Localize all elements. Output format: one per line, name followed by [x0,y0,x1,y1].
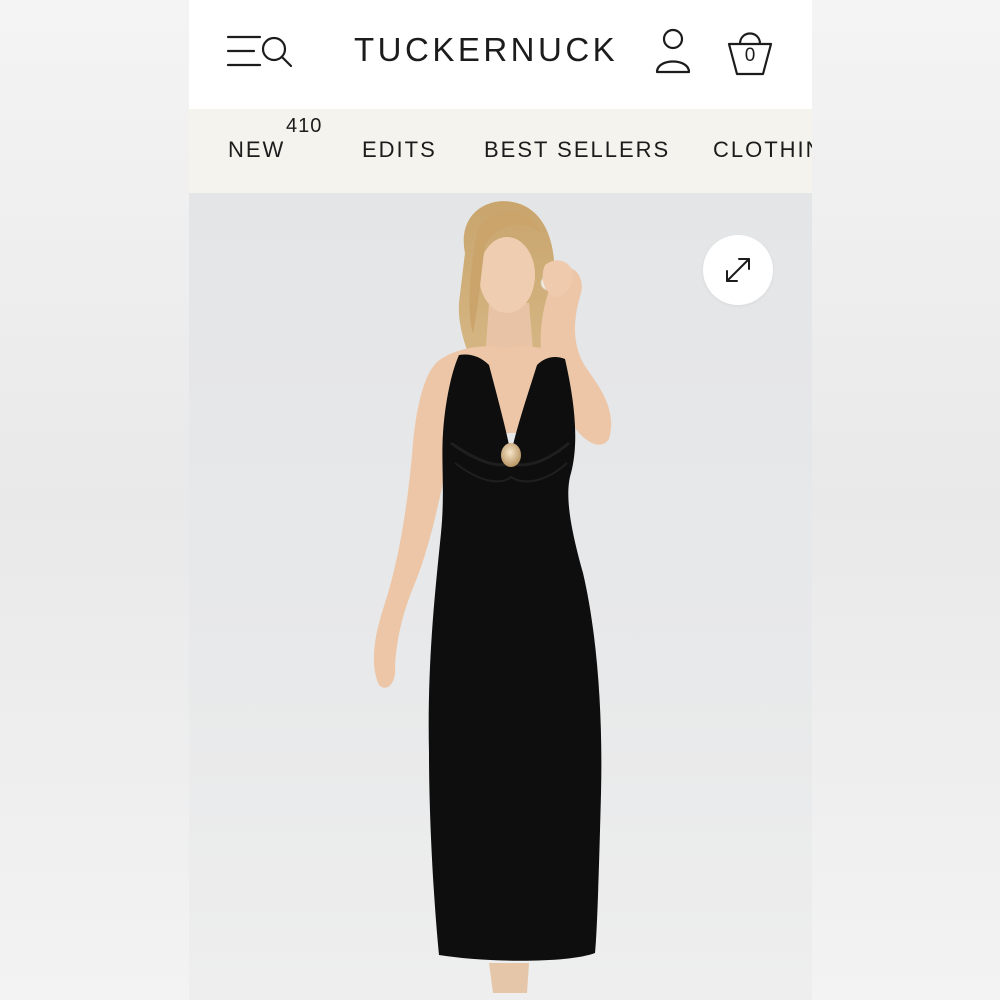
nav-item-edits[interactable]: EDITS [362,138,437,162]
menu-search-icon [226,35,293,68]
site-header: TUCKERNUCK 0 [189,0,812,109]
model-photo [373,201,612,993]
shopping-bag-button[interactable]: 0 [725,26,775,78]
menu-search-button[interactable] [225,30,293,72]
expand-arrows-icon [726,258,750,282]
mobile-page: TUCKERNUCK 0 NEW 410 EDITS BEST SELLERS [189,0,812,1000]
account-button[interactable] [654,26,692,76]
nav-item-new[interactable]: NEW [228,138,285,162]
bag-count: 0 [744,45,756,66]
nav-item-clothing[interactable]: CLOTHING [713,138,812,162]
new-count-badge: 410 [286,115,323,137]
nav-item-best-sellers[interactable]: BEST SELLERS [484,138,670,162]
expand-image-button[interactable] [703,235,773,305]
product-image[interactable] [189,193,812,1000]
category-nav: NEW 410 EDITS BEST SELLERS CLOTHING [189,109,812,193]
brand-logo[interactable]: TUCKERNUCK [354,30,618,70]
user-icon [655,28,691,74]
